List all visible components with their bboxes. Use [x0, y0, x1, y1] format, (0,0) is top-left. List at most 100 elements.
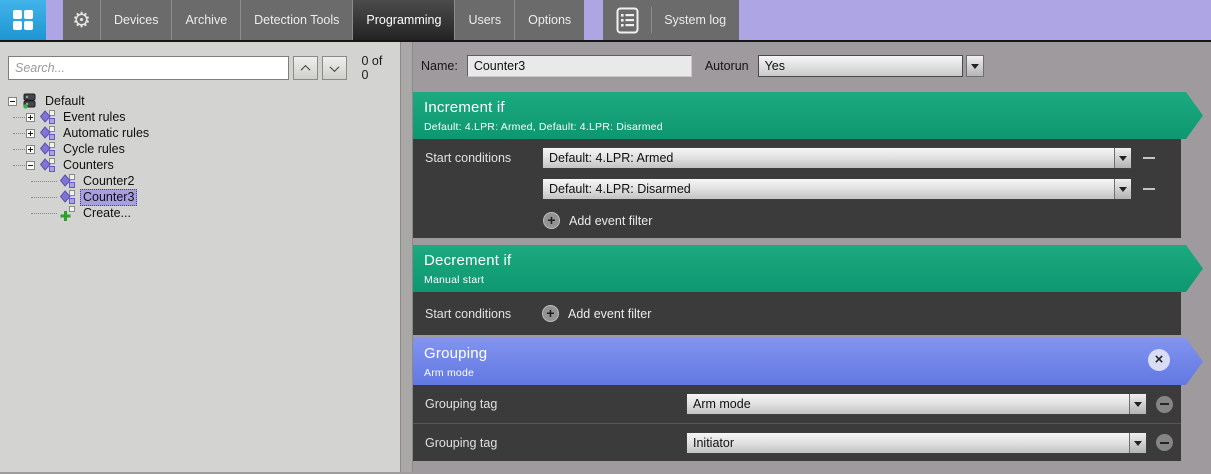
increment-if-body: Start conditions Default: 4.LPR: Armed D… [413, 139, 1181, 238]
remove-condition-button[interactable] [1143, 188, 1155, 190]
counter-settings-panel: Name: Autorun Yes Increment if Default: … [413, 42, 1211, 472]
chevron-down-icon [329, 61, 340, 72]
rule-icon [40, 110, 55, 124]
grouping-tag-select-2[interactable]: Initiator [686, 431, 1147, 454]
tree-item-counter2[interactable]: Counter2 [0, 173, 400, 189]
tree-item-automatic-rules[interactable]: Automatic rules [0, 125, 400, 141]
tree-item-counters[interactable]: Counters [0, 157, 400, 173]
topbar-gap [46, 0, 63, 40]
grouping-tag-row: Grouping tag Initiator [413, 423, 1181, 461]
tab-programming[interactable]: Programming [352, 0, 455, 40]
tree-item-event-rules[interactable]: Event rules [0, 109, 400, 125]
search-next-button[interactable] [322, 56, 348, 80]
tab-users[interactable]: Users [454, 0, 514, 40]
name-row: Name: Autorun Yes [413, 55, 1211, 77]
name-input[interactable] [466, 55, 692, 77]
divider [651, 7, 653, 33]
add-event-filter-row: + Add event filter [425, 212, 1181, 229]
tree-item-label[interactable]: Event rules [60, 110, 129, 125]
search-row: 0 of 0 [0, 54, 400, 82]
autorun-value: Yes [764, 59, 786, 73]
section-increment-if: Increment if Default: 4.LPR: Armed, Defa… [413, 92, 1211, 238]
top-bar: ⚙ Devices Archive Detection Tools Progra… [0, 0, 1211, 42]
start-conditions-label: Start conditions [425, 151, 512, 165]
section-subtitle: Default: 4.LPR: Armed, Default: 4.LPR: D… [424, 121, 663, 133]
chevron-up-icon [300, 64, 311, 75]
expand-expander[interactable] [26, 128, 35, 138]
tree-item-cycle-rules[interactable]: Cycle rules [0, 141, 400, 157]
rule-icon [40, 142, 55, 156]
remove-grouping-tag-button[interactable] [1156, 395, 1173, 413]
tree-item-label[interactable]: Create... [80, 206, 134, 221]
start-condition-select-1[interactable]: Default: 4.LPR: Armed [542, 147, 1132, 169]
decrement-if-header: Decrement if Manual start [413, 245, 1203, 292]
dropdown-arrow-icon [1119, 156, 1127, 165]
autorun-select[interactable]: Yes [757, 55, 963, 77]
expand-expander[interactable] [26, 144, 35, 154]
tree-item-label[interactable]: Counters [60, 158, 117, 173]
close-icon[interactable]: × [1148, 349, 1170, 371]
panel-splitter[interactable] [400, 42, 413, 472]
tree-item-label[interactable]: Counter2 [80, 174, 137, 189]
create-icon [60, 206, 75, 221]
grouping-tag-row: Grouping tag Arm mode [413, 385, 1181, 423]
dropdown-arrow-icon [1119, 187, 1127, 196]
section-title: Grouping [424, 345, 488, 362]
dropdown-arrow-icon [1134, 402, 1142, 411]
tree-item-label[interactable]: Default [42, 94, 88, 109]
add-icon[interactable]: + [543, 212, 560, 229]
rule-icon [40, 158, 55, 172]
tree-item-label[interactable]: Cycle rules [60, 142, 128, 157]
tab-detection-tools[interactable]: Detection Tools [240, 0, 352, 40]
rule-icon [40, 126, 55, 140]
grouping-tag-value: Initiator [693, 435, 734, 450]
add-icon[interactable]: + [542, 305, 559, 322]
section-title: Decrement if [424, 252, 512, 269]
remove-condition-button[interactable] [1143, 157, 1155, 159]
start-condition-select-2[interactable]: Default: 4.LPR: Disarmed [542, 178, 1132, 200]
collapse-expander[interactable] [26, 160, 35, 170]
tree-item-create[interactable]: Create... [0, 205, 400, 221]
system-log-icon [616, 7, 639, 33]
add-event-filter-label[interactable]: Add event filter [568, 307, 651, 321]
tab-devices[interactable]: Devices [100, 0, 171, 40]
tab-label: Devices [114, 13, 159, 27]
main-tab-strip: ⚙ Devices Archive Detection Tools Progra… [63, 0, 585, 40]
section-subtitle: Manual start [424, 274, 485, 286]
system-log-button[interactable]: System log [603, 0, 740, 40]
tab-label: Users [468, 13, 502, 27]
collapse-expander[interactable] [8, 96, 17, 106]
main-area: 0 of 0 Default Event [0, 42, 1211, 472]
tree-item-label[interactable]: Automatic rules [60, 126, 152, 141]
name-label: Name: [421, 59, 458, 73]
grouping-tag-label: Grouping tag [425, 435, 498, 450]
dropdown-arrow-button[interactable] [1114, 179, 1131, 199]
tab-options[interactable]: Options [514, 0, 584, 40]
section-title: Increment if [424, 99, 505, 116]
tree-item-counter3[interactable]: Counter3 [0, 188, 400, 206]
tab-label: Detection Tools [254, 13, 340, 27]
gear-icon[interactable]: ⚙ [63, 0, 100, 40]
dropdown-arrow-button[interactable] [1129, 394, 1146, 414]
add-event-filter-label[interactable]: Add event filter [569, 214, 652, 228]
tab-label: Programming [366, 13, 442, 27]
tab-archive[interactable]: Archive [171, 0, 240, 40]
remove-grouping-tag-button[interactable] [1156, 434, 1173, 451]
dropdown-arrow-button[interactable] [1129, 432, 1146, 453]
app-logo[interactable] [0, 0, 46, 40]
dropdown-arrow-button[interactable] [1114, 148, 1131, 168]
tab-label: Archive [185, 13, 228, 27]
tree-item-default[interactable]: Default [0, 93, 400, 109]
search-input[interactable] [8, 56, 289, 80]
grouping-tag-value: Arm mode [693, 397, 751, 411]
grouping-header: Grouping Arm mode × [413, 338, 1203, 385]
grouping-tag-select-1[interactable]: Arm mode [686, 393, 1147, 415]
expand-expander[interactable] [26, 112, 35, 122]
object-tree-panel: 0 of 0 Default Event [0, 42, 400, 472]
start-conditions-label: Start conditions [425, 306, 512, 321]
increment-if-header: Increment if Default: 4.LPR: Armed, Defa… [413, 92, 1203, 139]
system-log-label: System log [664, 13, 727, 27]
search-prev-button[interactable] [292, 56, 319, 80]
autorun-dropdown-button[interactable] [965, 55, 984, 77]
tree-item-label[interactable]: Counter3 [80, 188, 138, 206]
